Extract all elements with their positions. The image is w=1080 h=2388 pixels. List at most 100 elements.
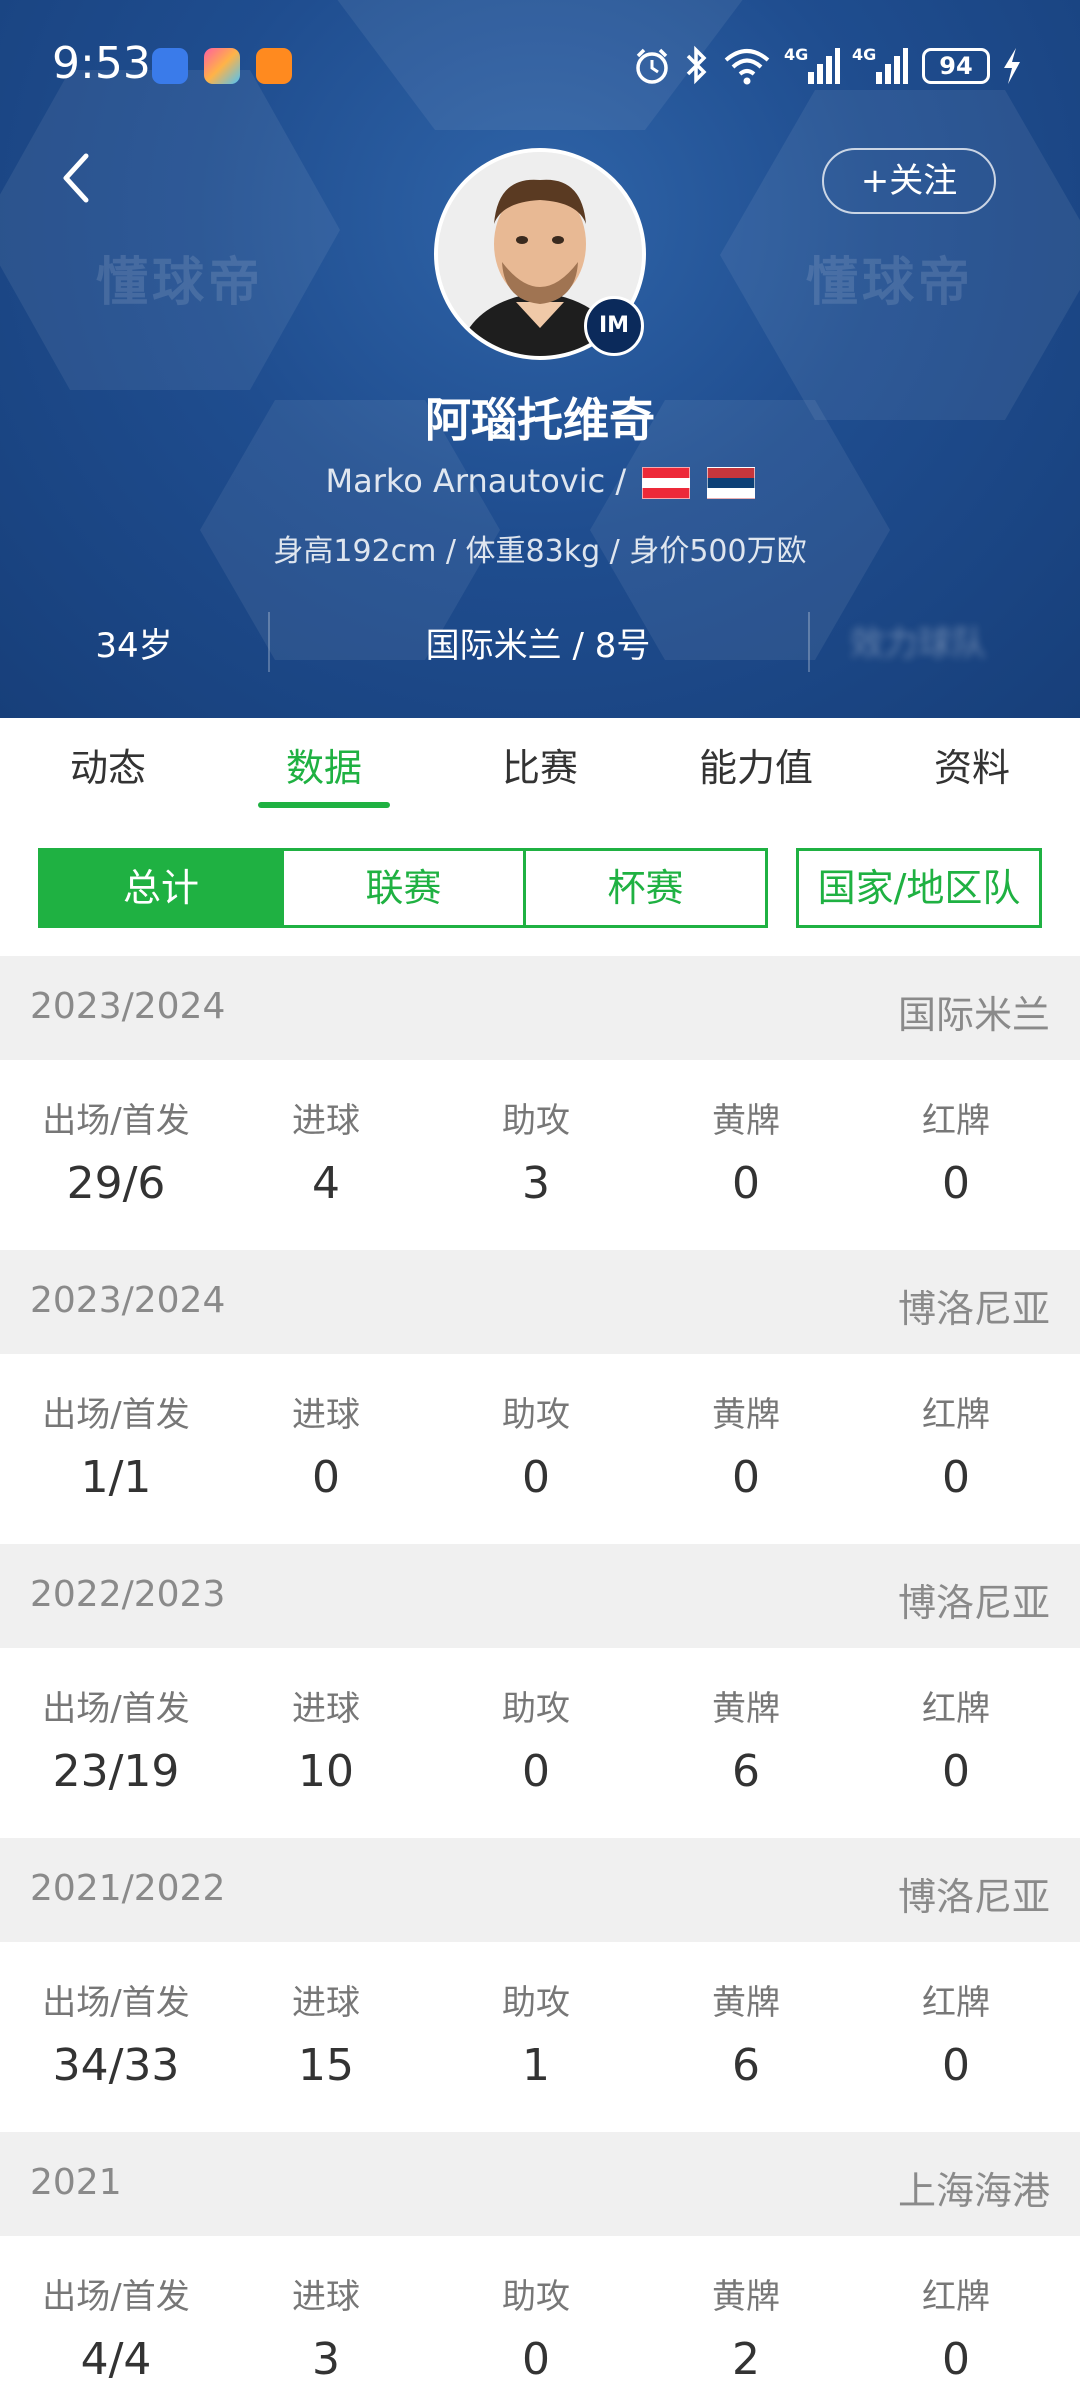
- stat-red-cards: 红牌 0: [851, 1096, 1061, 1214]
- stat-label: 进球: [292, 1101, 360, 1141]
- stat-appearances: 出场/首发 4/4: [11, 2272, 221, 2388]
- svg-text:4G: 4G: [852, 45, 876, 64]
- signal-4g-icon: 4G: [852, 45, 908, 84]
- stat-value: 1/1: [80, 1452, 152, 1503]
- stat-yellow-cards: 黄牌 6: [641, 1684, 851, 1802]
- bluetooth-icon: [686, 45, 707, 85]
- stat-value: 4: [312, 1158, 340, 1209]
- stat-value: 29/6: [66, 1158, 166, 1209]
- season-club: 博洛尼亚: [897, 1287, 1050, 1331]
- stat-label: 助攻: [502, 2277, 570, 2317]
- stat-value: 4/4: [80, 2334, 152, 2385]
- stat-goals: 进球 3: [221, 2272, 431, 2388]
- stat-label: 黄牌: [712, 2277, 780, 2317]
- stat-goals: 进球 10: [221, 1684, 431, 1802]
- stat-yellow-cards: 黄牌 0: [641, 1390, 851, 1508]
- status-time: 9:53: [52, 38, 151, 89]
- app-notification-icon: [204, 48, 240, 84]
- player-name-cn: 阿瑙托维奇: [425, 393, 655, 447]
- stat-label: 红牌: [922, 1983, 990, 2023]
- stat-assists: 助攻 0: [431, 2272, 641, 2388]
- stat-red-cards: 红牌 0: [851, 1390, 1061, 1508]
- alarm-icon: [636, 48, 668, 84]
- season-year: 2023/2024: [30, 1280, 226, 1321]
- stat-label: 出场/首发: [42, 1101, 190, 1141]
- tab-matches[interactable]: 比赛: [432, 718, 648, 824]
- season-stats: 出场/首发 4/4 进球 3 助攻 0 黄牌 2 红牌 0: [0, 2236, 1080, 2388]
- player-age: 34岁: [95, 626, 173, 666]
- stat-value: 2: [732, 2334, 760, 2385]
- stat-yellow-cards: 黄牌 0: [641, 1096, 851, 1214]
- stat-value: 0: [312, 1452, 340, 1503]
- svg-text:4G: 4G: [784, 45, 808, 64]
- season-club: 上海海港: [897, 2169, 1050, 2213]
- stat-red-cards: 红牌 0: [851, 1978, 1061, 2096]
- stat-label: 出场/首发: [42, 1689, 190, 1729]
- segment-total[interactable]: 总计: [38, 848, 284, 928]
- stat-label: 进球: [292, 2277, 360, 2317]
- tab-news[interactable]: 动态: [0, 718, 216, 824]
- divider: [808, 612, 810, 672]
- segment-national-team[interactable]: 国家/地区队: [796, 848, 1042, 928]
- season-stats: 出场/首发 1/1 进球 0 助攻 0 黄牌 0 红牌 0: [0, 1354, 1080, 1544]
- back-arrow-icon[interactable]: [56, 148, 96, 208]
- serbia-flag-icon: [706, 467, 755, 499]
- season-year: 2021/2022: [30, 1868, 226, 1909]
- stat-label: 助攻: [502, 1983, 570, 2023]
- stat-label: 红牌: [922, 1689, 990, 1729]
- season-year: 2023/2024: [30, 986, 226, 1027]
- stat-appearances: 出场/首发 34/33: [11, 1978, 221, 2096]
- player-physical-info: 身高192cm / 体重83kg / 身价500万欧: [273, 534, 807, 569]
- active-tab-indicator: [258, 802, 390, 808]
- stat-assists: 助攻 0: [431, 1390, 641, 1508]
- stat-value: 0: [522, 1746, 550, 1797]
- stat-goals: 进球 0: [221, 1390, 431, 1508]
- stat-label: 助攻: [502, 1689, 570, 1729]
- stat-label: 红牌: [922, 2277, 990, 2317]
- stat-label: 出场/首发: [42, 1983, 190, 2023]
- season-club: 国际米兰: [897, 993, 1050, 1037]
- app-notification-icon: [152, 48, 188, 84]
- season-year: 2022/2023: [30, 1574, 226, 1615]
- season-stats: 出场/首发 23/19 进球 10 助攻 0 黄牌 6 红牌 0: [0, 1648, 1080, 1838]
- player-meta-row: 34岁 国际米兰 / 8号 效力球队: [0, 602, 1080, 682]
- player-club-number[interactable]: 国际米兰 / 8号: [268, 618, 808, 667]
- segment-league[interactable]: 联赛: [281, 848, 526, 928]
- stat-value: 3: [312, 2334, 340, 2385]
- stat-value: 15: [298, 2040, 354, 2091]
- stat-label: 出场/首发: [42, 2277, 190, 2317]
- tab-ratings[interactable]: 能力值: [648, 718, 864, 824]
- season-header: 2023/2024 博洛尼亚: [0, 1250, 1080, 1354]
- stat-value: 10: [298, 1746, 354, 1797]
- stat-assists: 助攻 1: [431, 1978, 641, 2096]
- stat-label: 助攻: [502, 1395, 570, 1435]
- stat-value: 0: [942, 2334, 970, 2385]
- austria-flag-icon: [642, 467, 691, 499]
- stat-value: 0: [942, 1452, 970, 1503]
- stat-value: 34/33: [52, 2040, 180, 2091]
- stat-value: 0: [522, 1452, 550, 1503]
- tab-profile[interactable]: 资料: [864, 718, 1080, 824]
- season-club: 博洛尼亚: [897, 1875, 1050, 1919]
- stat-yellow-cards: 黄牌 2: [641, 2272, 851, 2388]
- stat-value: 1: [522, 2040, 550, 2091]
- inter-club-badge-icon: IM: [584, 296, 644, 356]
- stat-assists: 助攻 3: [431, 1096, 641, 1214]
- blurred-info: 效力球队: [850, 624, 986, 664]
- segment-cup[interactable]: 杯赛: [523, 848, 768, 928]
- season-club: 博洛尼亚: [897, 1581, 1050, 1625]
- stat-value: 0: [732, 1452, 760, 1503]
- battery-indicator: 94: [922, 48, 990, 84]
- season-header: 2021 上海海港: [0, 2132, 1080, 2236]
- charging-icon: [1004, 48, 1020, 84]
- stat-label: 黄牌: [712, 1395, 780, 1435]
- player-name-en: Marko Arnautovic /: [325, 462, 627, 500]
- stat-appearances: 出场/首发 29/6: [11, 1096, 221, 1214]
- competition-filter: 总计 联赛 杯赛 国家/地区队: [0, 824, 1080, 956]
- tab-stats[interactable]: 数据: [216, 718, 432, 824]
- watermark: 懂球帝: [806, 253, 975, 313]
- follow-button[interactable]: +关注: [822, 148, 996, 214]
- stat-label: 红牌: [922, 1101, 990, 1141]
- stat-value: 3: [522, 1158, 550, 1209]
- player-name-en-line: Marko Arnautovic /: [0, 462, 1080, 500]
